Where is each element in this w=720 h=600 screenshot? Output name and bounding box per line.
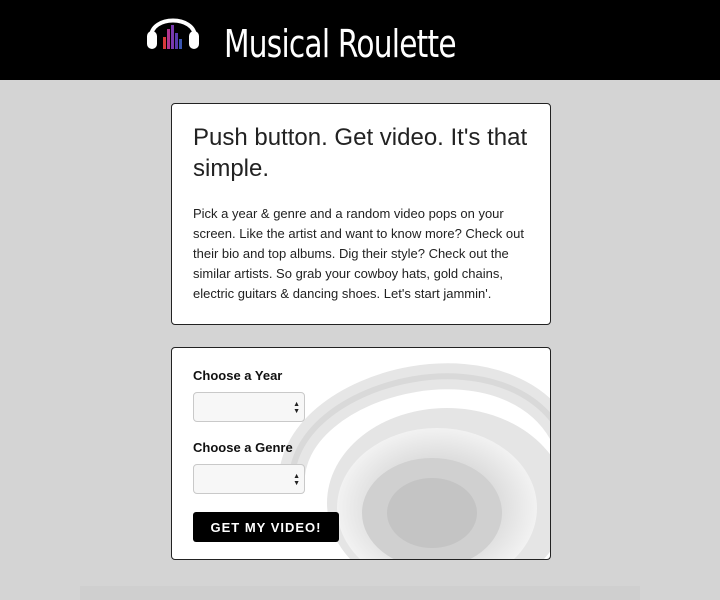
intro-card: Push button. Get video. It's that simple… — [171, 103, 551, 325]
site-header: Musical Roulette — [0, 0, 720, 80]
site-title[interactable]: Musical Roulette — [224, 20, 457, 68]
content-footer-strip — [80, 586, 640, 600]
genre-label: Choose a Genre — [193, 440, 293, 455]
genre-select[interactable]: ▲ ▼ — [193, 464, 305, 494]
intro-text: Pick a year & genre and a random video p… — [193, 206, 524, 301]
year-select[interactable]: ▲ ▼ — [193, 392, 305, 422]
headphones-logo-icon[interactable] — [143, 3, 203, 53]
year-label: Choose a Year — [193, 368, 283, 383]
intro-heading: Push button. Get video. It's that simple… — [193, 124, 528, 182]
get-video-button[interactable]: GET MY VIDEO! — [193, 512, 339, 542]
video-picker-form: Choose a Year ▲ ▼ Choose a Genre ▲ ▼ GET M… — [171, 347, 551, 560]
select-arrows-icon: ▲ ▼ — [293, 473, 300, 487]
select-arrows-icon: ▲ ▼ — [293, 401, 300, 415]
